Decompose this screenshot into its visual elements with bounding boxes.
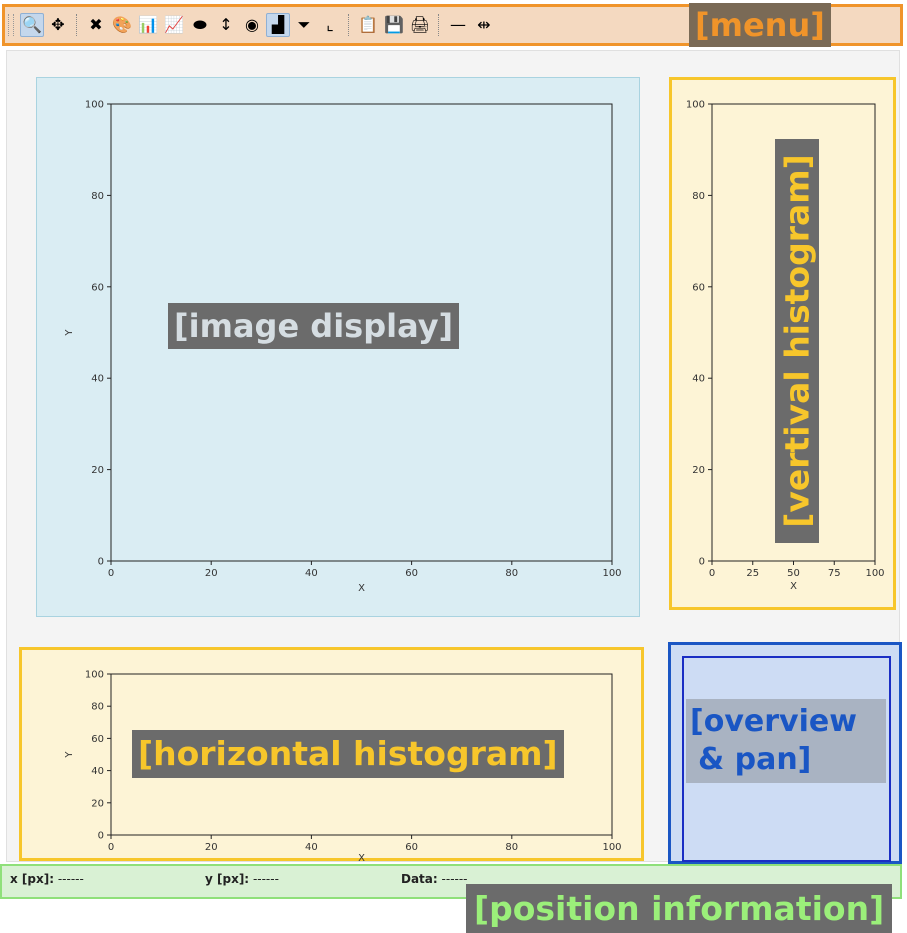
horizontal-histogram-y-tick-label: 80 bbox=[91, 702, 104, 713]
print-button[interactable]: 🖨 bbox=[408, 13, 432, 37]
colormap-button[interactable]: 🎨 bbox=[110, 13, 134, 37]
auto-scale-button[interactable]: 📊 bbox=[136, 13, 160, 37]
toolbar-separator bbox=[76, 14, 78, 36]
aspect-ratio-icon: ⬬ bbox=[193, 15, 207, 34]
image-display-x-tick-label: 60 bbox=[405, 568, 418, 579]
mask-button[interactable]: ◉ bbox=[240, 13, 264, 37]
vertical-histogram-x-tick-label: 0 bbox=[709, 568, 715, 579]
image-display-x-tick-label: 20 bbox=[205, 568, 218, 579]
auto-scale-icon: 📊 bbox=[138, 15, 158, 34]
copy-button[interactable]: 📋 bbox=[356, 13, 380, 37]
horizontal-histogram-x-tick-label: 80 bbox=[505, 842, 518, 853]
horizontal-histogram-x-tick-label: 0 bbox=[108, 842, 114, 853]
horizontal-histogram-x-tick-label: 100 bbox=[602, 842, 621, 853]
vertical-histogram-y-tick-label: 0 bbox=[699, 557, 705, 568]
save-icon: 💾 bbox=[384, 15, 404, 34]
vertical-histogram-y-tick-label: 40 bbox=[692, 374, 705, 385]
image-display-x-axis-label: X bbox=[358, 583, 365, 594]
horizontal-histogram-annotation-label: [horizontal histogram] bbox=[132, 730, 564, 778]
image-display-y-tick-label: 80 bbox=[91, 191, 104, 202]
y-px-value: ------ bbox=[252, 872, 279, 886]
y-px-label: y [px]: bbox=[205, 872, 250, 886]
image-display-x-tick-label: 40 bbox=[305, 568, 318, 579]
image-display-x-tick-label: 80 bbox=[505, 568, 518, 579]
scale-sigma-button[interactable]: 📈 bbox=[162, 13, 186, 37]
data-value: ------ bbox=[441, 872, 468, 886]
toolbar: 🔍 ✥ ✖ 🎨 📊 📈 ⬬ ↕ ◉ ▟ ⏷ ⌞ 📋 💾 🖨 — ⇹ bbox=[8, 9, 496, 41]
vertical-histogram-annotation-label: [vertival histogram] bbox=[775, 139, 819, 543]
zoom-button[interactable]: 🔍 bbox=[20, 13, 44, 37]
horizontal-histogram-y-tick-label: 60 bbox=[91, 734, 104, 745]
horizontal-histogram-x-tick-label: 40 bbox=[305, 842, 318, 853]
profile-icon: ▟ bbox=[271, 15, 285, 34]
zoom-icon: 🔍 bbox=[22, 15, 42, 34]
vertical-histogram-x-axis-label: X bbox=[790, 581, 797, 592]
colormap-icon: 🎨 bbox=[112, 15, 132, 34]
y-axis-button[interactable]: ↕ bbox=[214, 13, 238, 37]
x-px-label: x [px]: bbox=[10, 872, 55, 886]
y-px-readout: y [px]: ------ bbox=[205, 872, 279, 886]
horizontal-histogram-y-tick-label: 40 bbox=[91, 766, 104, 777]
image-display-y-tick-label: 60 bbox=[91, 282, 104, 293]
image-display-y-tick-label: 0 bbox=[98, 557, 104, 568]
print-icon: 🖨 bbox=[409, 15, 431, 34]
image-display-x-tick-label: 0 bbox=[108, 568, 114, 579]
toolbar-drag-handle[interactable] bbox=[8, 14, 14, 36]
axes-icon: ⌞ bbox=[326, 15, 334, 34]
pan-icon: ✥ bbox=[51, 15, 65, 34]
data-readout: Data: ------ bbox=[401, 872, 468, 886]
x-px-readout: x [px]: ------ bbox=[10, 872, 84, 886]
vertical-histogram-x-tick-label: 100 bbox=[865, 568, 884, 579]
copy-icon: 📋 bbox=[358, 15, 378, 34]
image-display-y-axis-label: Y bbox=[64, 329, 75, 337]
reset-zoom-button[interactable]: ✖ bbox=[84, 13, 108, 37]
vertical-histogram-x-tick-label: 25 bbox=[746, 568, 759, 579]
aspect-ratio-button[interactable]: ⬬ bbox=[188, 13, 212, 37]
line-style-button[interactable]: — bbox=[446, 13, 470, 37]
filter-icon: ⏷ bbox=[297, 15, 311, 34]
horizontal-histogram-y-tick-label: 20 bbox=[91, 798, 104, 809]
horizontal-histogram-y-axis-label: Y bbox=[64, 751, 75, 759]
filter-button[interactable]: ⏷ bbox=[292, 13, 316, 37]
mask-icon: ◉ bbox=[245, 15, 259, 34]
marker-icon: ⇹ bbox=[477, 15, 491, 34]
vertical-histogram-x-tick-label: 75 bbox=[828, 568, 841, 579]
vertical-histogram-x-tick-label: 50 bbox=[787, 568, 800, 579]
vertical-histogram-annotation-text: [vertival histogram] bbox=[777, 154, 817, 528]
overview-annotation-line2: & pan] bbox=[698, 742, 812, 777]
vertical-histogram-y-tick-label: 100 bbox=[686, 100, 705, 111]
save-button[interactable]: 💾 bbox=[382, 13, 406, 37]
toolbar-separator bbox=[438, 14, 440, 36]
image-display-x-tick-label: 100 bbox=[602, 568, 621, 579]
horizontal-histogram-x-tick-label: 20 bbox=[205, 842, 218, 853]
horizontal-histogram-y-tick-label: 100 bbox=[85, 670, 104, 681]
overview-annotation-label: [overview & pan] bbox=[686, 699, 886, 783]
y-axis-icon: ↕ bbox=[219, 15, 233, 34]
marker-button[interactable]: ⇹ bbox=[472, 13, 496, 37]
line-style-icon: — bbox=[450, 15, 466, 34]
x-px-value: ------ bbox=[57, 872, 84, 886]
vertical-histogram-y-tick-label: 60 bbox=[692, 282, 705, 293]
profile-button[interactable]: ▟ bbox=[266, 13, 290, 37]
toolbar-separator bbox=[348, 14, 350, 36]
image-display-annotation-label: [image display] bbox=[168, 303, 460, 349]
horizontal-histogram-y-tick-label: 0 bbox=[98, 831, 104, 842]
axes-button[interactable]: ⌞ bbox=[318, 13, 342, 37]
vertical-histogram-y-tick-label: 80 bbox=[692, 191, 705, 202]
vertical-histogram-y-tick-label: 20 bbox=[692, 465, 705, 476]
pan-button[interactable]: ✥ bbox=[46, 13, 70, 37]
horizontal-histogram-x-tick-label: 60 bbox=[405, 842, 418, 853]
reset-zoom-icon: ✖ bbox=[89, 15, 103, 34]
menu-annotation-label: [menu] bbox=[689, 3, 831, 47]
image-display-y-tick-label: 20 bbox=[91, 465, 104, 476]
horizontal-histogram-x-axis-label: X bbox=[358, 853, 365, 861]
image-display-y-tick-label: 100 bbox=[85, 100, 104, 111]
data-label: Data: bbox=[401, 872, 438, 886]
position-info-annotation-label: [position information] bbox=[466, 884, 893, 933]
scale-sigma-icon: 📈 bbox=[164, 15, 184, 34]
image-display-y-tick-label: 40 bbox=[91, 374, 104, 385]
overview-annotation-line1: [overview bbox=[690, 704, 857, 739]
